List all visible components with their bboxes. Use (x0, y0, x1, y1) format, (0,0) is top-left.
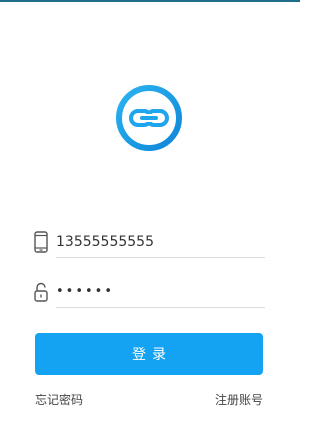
password-input[interactable] (56, 279, 265, 305)
status-bar (0, 0, 300, 2)
phone-underline (56, 257, 265, 258)
login-button[interactable]: 登录 (35, 333, 263, 375)
link-icon (116, 85, 182, 151)
register-link[interactable]: 注册账号 (215, 392, 263, 408)
phone-field (33, 229, 265, 258)
phone-input[interactable] (56, 229, 265, 255)
lock-icon (34, 282, 48, 302)
password-underline (56, 307, 265, 308)
login-screen: 登录 忘记密码 注册账号 (0, 0, 300, 448)
forgot-password-link[interactable]: 忘记密码 (35, 392, 83, 408)
phone-icon (34, 231, 48, 253)
password-field (33, 279, 265, 308)
